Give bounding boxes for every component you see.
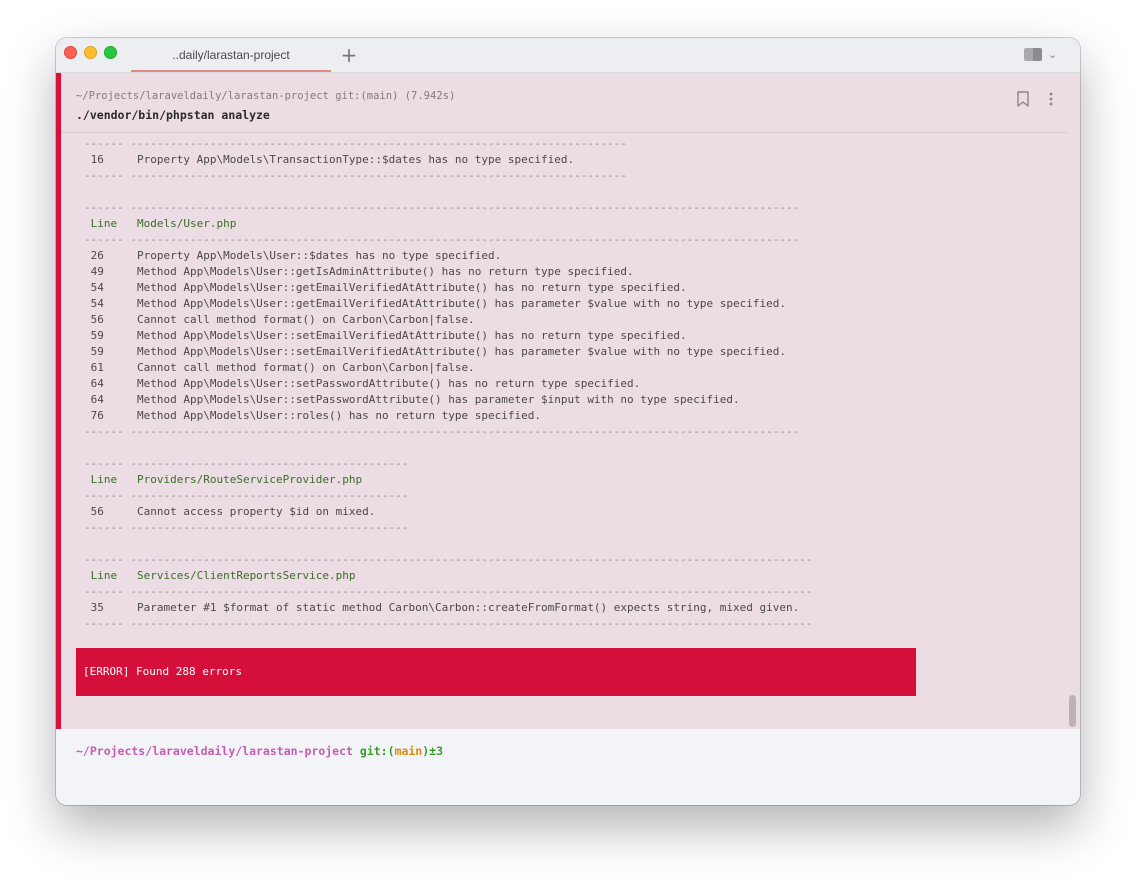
prompt-git-prefix: git:(	[359, 744, 395, 758]
bookmark-icon[interactable]	[1016, 91, 1030, 107]
error-row: 49 Method App\Models\User::getIsAdminAtt…	[84, 265, 634, 278]
table-separator: ------ ---------------------------------…	[84, 425, 800, 438]
error-row: 64 Method App\Models\User::setPasswordAt…	[84, 393, 740, 406]
error-banner-text: [ERROR] Found 288 errors	[83, 665, 242, 678]
command-meta: ~/Projects/laraveldaily/larastan-project…	[76, 90, 456, 102]
split-pane-icon	[1024, 48, 1042, 61]
table-separator: ------ ---------------------------------…	[84, 553, 813, 566]
error-banner: [ERROR] Found 288 errors	[76, 648, 916, 696]
table-separator: ------ ---------------------------------…	[84, 521, 409, 534]
table-header: Line Services/ClientReportsService.php	[84, 569, 356, 582]
command-block[interactable]: ~/Projects/laraveldaily/larastan-project…	[56, 73, 1080, 729]
error-row: 59 Method App\Models\User::setEmailVerif…	[84, 329, 687, 342]
error-row: 76 Method App\Models\User::roles() has n…	[84, 409, 541, 422]
close-window-button[interactable]	[64, 46, 77, 59]
error-row: 61 Cannot call method format() on Carbon…	[84, 361, 475, 374]
error-row: 56 Cannot call method format() on Carbon…	[84, 313, 475, 326]
table-separator: ------ ---------------------------------…	[84, 457, 409, 470]
error-row: 26 Property App\Models\User::$dates has …	[84, 249, 502, 262]
table-header: Line Providers/RouteServiceProvider.php	[84, 473, 363, 486]
table-separator: ------ ---------------------------------…	[84, 617, 813, 630]
prompt-dirty-count: ±3	[429, 744, 444, 758]
error-row: 35 Parameter #1 $format of static method…	[84, 601, 800, 614]
table-header: Line Models/User.php	[84, 217, 237, 230]
shell-prompt: ~/Projects/laraveldaily/larastan-project…	[76, 744, 443, 758]
error-row: 16 Property App\Models\TransactionType::…	[84, 153, 575, 166]
scrollbar-thumb[interactable]	[1069, 695, 1076, 727]
minimize-window-button[interactable]	[84, 46, 97, 59]
table-separator: ------ ---------------------------------…	[84, 137, 628, 150]
new-tab-button[interactable]: +	[339, 43, 359, 67]
prompt-path: ~/Projects/laraveldaily/larastan-project	[76, 744, 353, 758]
command-text: ./vendor/bin/phpstan analyze	[76, 108, 270, 122]
table-separator: ------ ---------------------------------…	[84, 201, 800, 214]
error-row: 54 Method App\Models\User::getEmailVerif…	[84, 297, 786, 310]
error-row: 56 Cannot access property $id on mixed.	[84, 505, 376, 518]
scrollbar[interactable]	[1065, 133, 1080, 729]
more-vertical-icon[interactable]	[1048, 91, 1054, 107]
prompt-branch: main	[394, 744, 423, 758]
input-area[interactable]: ~/Projects/laraveldaily/larastan-project…	[56, 729, 1080, 805]
table-separator: ------ ---------------------------------…	[84, 233, 800, 246]
table-separator: ------ ---------------------------------…	[84, 489, 409, 502]
table-separator: ------ ---------------------------------…	[84, 585, 813, 598]
error-row: 64 Method App\Models\User::setPasswordAt…	[84, 377, 641, 390]
title-bar: ..daily/larastan-project + ⌄	[56, 38, 1080, 73]
split-pane-button[interactable]: ⌄	[1022, 46, 1062, 64]
zoom-window-button[interactable]	[104, 46, 117, 59]
error-row: 54 Method App\Models\User::getEmailVerif…	[84, 281, 687, 294]
terminal-window: ..daily/larastan-project + ⌄ ~/Projects/…	[56, 38, 1080, 805]
command-output: ------ ---------------------------------…	[61, 133, 1067, 729]
error-row: 59 Method App\Models\User::setEmailVerif…	[84, 345, 786, 358]
chevron-down-icon: ⌄	[1048, 48, 1058, 61]
table-separator: ------ ---------------------------------…	[84, 169, 628, 182]
tab-larastan-project[interactable]: ..daily/larastan-project	[131, 38, 331, 72]
